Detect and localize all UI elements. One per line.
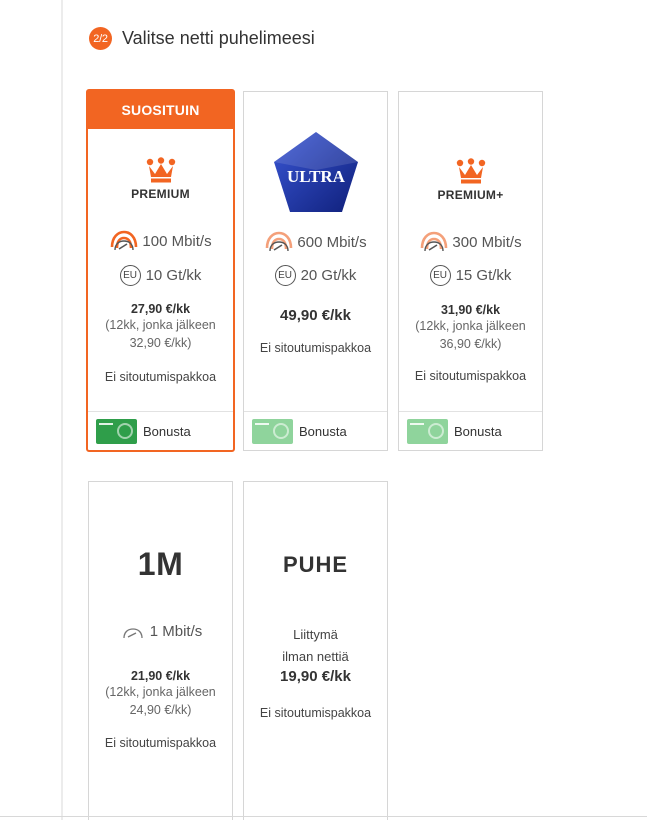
price: 19,90 €/kk xyxy=(280,668,351,685)
eu-data-value: 20 Gt/kk xyxy=(300,267,357,284)
price-block: 49,90 €/kk xyxy=(244,307,387,324)
plan-logo: PREMIUM+ xyxy=(399,158,542,202)
price-note: 32,90 €/kk) xyxy=(129,336,192,350)
left-divider xyxy=(61,0,63,820)
plan-card-puhe[interactable]: PUHE Liittymä ilman nettiä 19,90 €/kk Ei… xyxy=(243,481,388,820)
price: 49,90 €/kk xyxy=(280,307,351,324)
step-header: 2/2 Valitse netti puhelimeesi xyxy=(89,27,315,50)
eu-data-row: EU 10 Gt/kk xyxy=(88,265,233,286)
plan-name: PUHE xyxy=(282,552,349,577)
speed-value: 1 Mbit/s xyxy=(149,622,203,640)
crown-icon xyxy=(456,158,486,184)
eu-data-value: 10 Gt/kk xyxy=(145,267,202,284)
page-title: Valitse netti puhelimeesi xyxy=(122,28,315,48)
plan-card-ultra[interactable]: ULTRA 600 Mbit/s EU 20 Gt/kk 49,90 €/kk … xyxy=(243,91,388,451)
eu-icon: EU xyxy=(119,265,141,286)
commitment-text: Ei sitoutumispakkoa xyxy=(414,369,527,383)
bonus-card-icon xyxy=(407,419,448,444)
speed-value: 600 Mbit/s xyxy=(297,233,367,251)
bonus-row: Bonusta xyxy=(88,411,233,451)
speed-value: 300 Mbit/s xyxy=(452,233,522,251)
plan-logo: PUHE xyxy=(244,552,387,578)
eu-data-row: EU 15 Gt/kk xyxy=(399,265,542,286)
bonus-card-icon xyxy=(252,419,293,444)
ultra-pentagon-logo: ULTRA xyxy=(273,132,358,212)
plan-logo: 1M xyxy=(89,546,232,583)
popular-ribbon: SUOSITUIN xyxy=(88,91,233,129)
eu-icon: EU xyxy=(274,265,296,286)
commitment-text: Ei sitoutumispakkoa xyxy=(259,341,372,355)
speed-gauge-icon xyxy=(419,230,449,254)
plan-logo: PREMIUM xyxy=(88,157,233,201)
plan-logo: ULTRA xyxy=(244,130,387,214)
crown-icon xyxy=(146,157,176,183)
speed-gauge-icon xyxy=(119,621,147,641)
price-note: (12kk, jonka jälkeen xyxy=(105,318,216,332)
bonus-label: Bonusta xyxy=(454,424,502,439)
commitment-text: Ei sitoutumispakkoa xyxy=(259,706,372,720)
plan-card-premium-plus[interactable]: PREMIUM+ 300 Mbit/s EU 15 Gt/kk 31,90 €/… xyxy=(398,91,543,451)
plan-card-1m[interactable]: 1M 1 Mbit/s 21,90 €/kk (12kk, jonka jälk… xyxy=(88,481,233,820)
bonus-label: Bonusta xyxy=(299,424,347,439)
bonus-row: Bonusta xyxy=(399,411,542,451)
price-block: 21,90 €/kk (12kk, jonka jälkeen 24,90 €/… xyxy=(89,669,232,719)
speed-row: 300 Mbit/s xyxy=(399,230,542,254)
price-note: (12kk, jonka jälkeen xyxy=(415,319,526,333)
speed-row: 600 Mbit/s xyxy=(244,230,387,254)
price-block: 31,90 €/kk (12kk, jonka jälkeen 36,90 €/… xyxy=(399,303,542,353)
price: 21,90 €/kk xyxy=(130,669,191,683)
speed-gauge-icon xyxy=(109,229,139,253)
speed-gauge-icon xyxy=(264,230,294,254)
bonus-label: Bonusta xyxy=(143,424,191,439)
eu-icon: EU xyxy=(429,265,451,286)
speed-row: 100 Mbit/s xyxy=(88,229,233,253)
plan-name: ULTRA xyxy=(287,167,346,186)
plan-name: PREMIUM xyxy=(131,187,190,201)
price-note: 24,90 €/kk) xyxy=(129,703,192,717)
price-block: Liittymä ilman nettiä 19,90 €/kk xyxy=(244,624,387,685)
price: 27,90 €/kk xyxy=(130,302,191,316)
plan-name: PREMIUM+ xyxy=(437,188,504,202)
eu-data-value: 15 Gt/kk xyxy=(455,267,512,284)
bottom-divider xyxy=(0,816,647,817)
bonus-card-icon xyxy=(96,419,137,444)
plan-description: Liittymä xyxy=(293,627,338,642)
bonus-row: Bonusta xyxy=(244,411,387,451)
commitment-text: Ei sitoutumispakkoa xyxy=(104,370,217,384)
speed-row: 1 Mbit/s xyxy=(89,621,232,641)
plan-description: ilman nettiä xyxy=(282,649,349,664)
price-note: (12kk, jonka jälkeen xyxy=(105,685,216,699)
price: 31,90 €/kk xyxy=(440,303,501,317)
price-note: 36,90 €/kk) xyxy=(439,337,502,351)
plan-name: 1M xyxy=(137,546,184,582)
speed-value: 100 Mbit/s xyxy=(142,232,212,250)
step-badge: 2/2 xyxy=(89,27,112,50)
price-block: 27,90 €/kk (12kk, jonka jälkeen 32,90 €/… xyxy=(88,302,233,352)
eu-data-row: EU 20 Gt/kk xyxy=(244,265,387,286)
commitment-text: Ei sitoutumispakkoa xyxy=(104,736,217,750)
plan-card-premium[interactable]: SUOSITUIN PREMIUM 100 Mbit/s EU 10 Gt/kk… xyxy=(86,89,235,452)
